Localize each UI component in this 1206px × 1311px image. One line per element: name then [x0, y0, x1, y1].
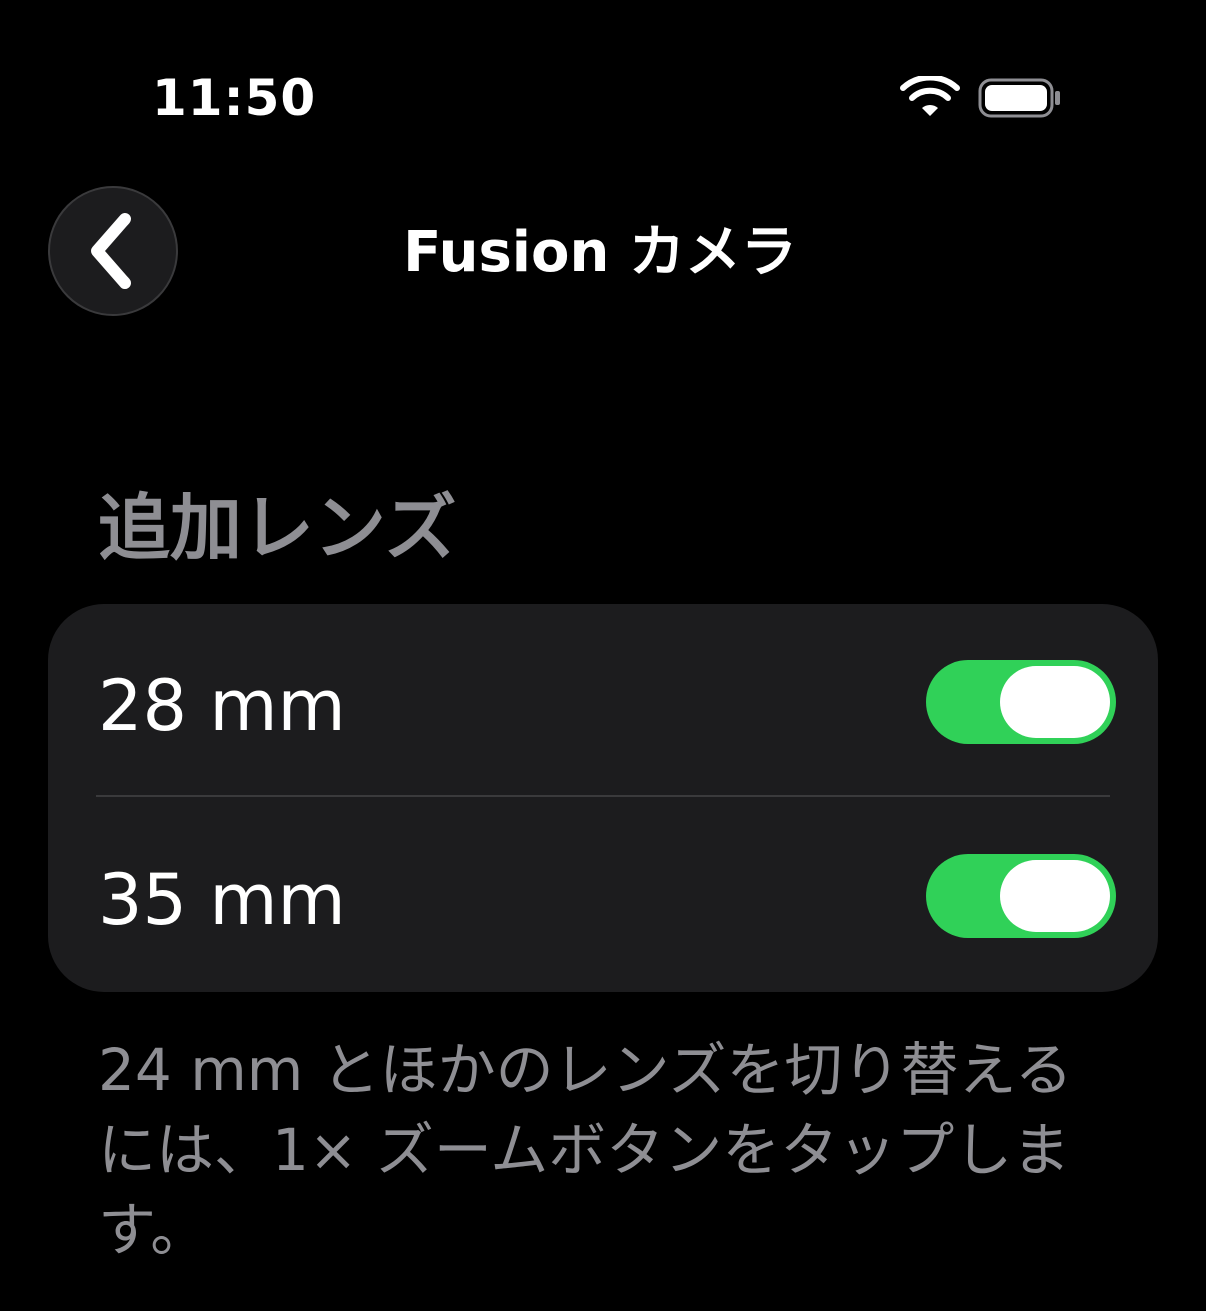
- lens-settings-group: 28 mm 35 mm: [48, 604, 1158, 992]
- toggle-28mm[interactable]: [926, 660, 1116, 744]
- toggle-knob: [1000, 860, 1110, 932]
- lens-row-35mm: 35 mm: [48, 798, 1158, 992]
- toggle-knob: [1000, 666, 1110, 738]
- status-time: 11:50: [152, 69, 317, 127]
- row-label: 28 mm: [98, 665, 346, 747]
- page-title: Fusion カメラ: [403, 220, 797, 285]
- battery-icon: [978, 78, 1062, 118]
- chevron-left-icon: [91, 213, 131, 289]
- back-button[interactable]: [48, 186, 178, 316]
- toggle-35mm[interactable]: [926, 854, 1116, 938]
- section-footer: 24 mm とほかのレンズを切り替えるには、1× ズームボタンをタップします。: [98, 1036, 1073, 1264]
- lens-row-28mm: 28 mm: [48, 604, 1158, 798]
- row-label: 35 mm: [98, 859, 346, 941]
- divider: [96, 795, 1110, 797]
- wifi-icon: [900, 74, 960, 120]
- section-header: 追加レンズ: [98, 486, 457, 570]
